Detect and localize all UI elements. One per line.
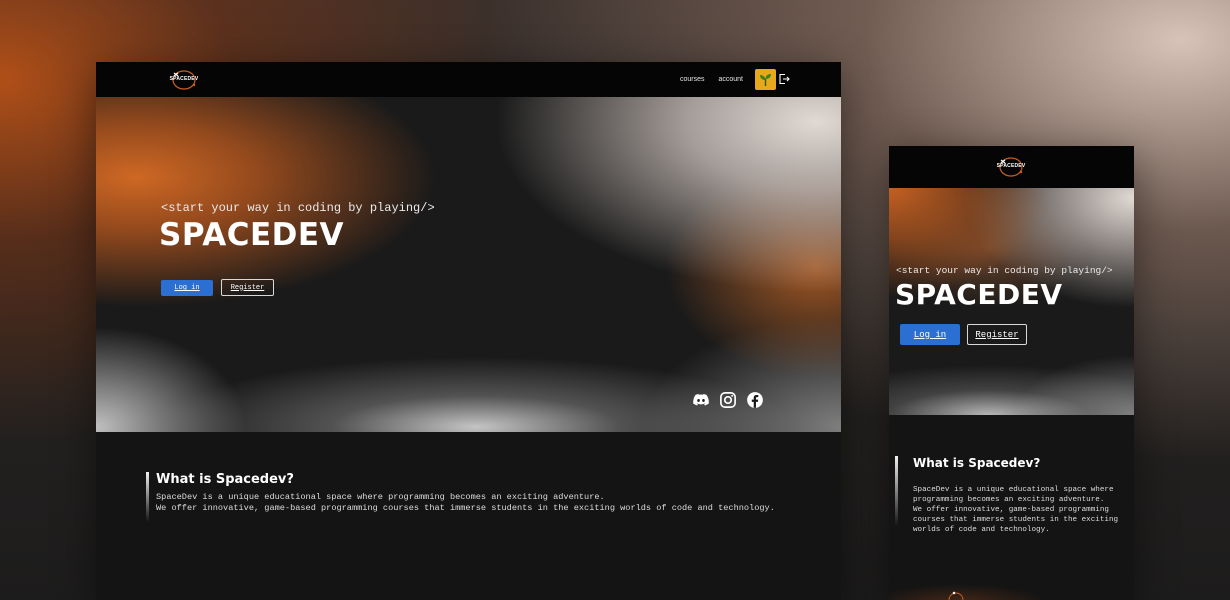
mobile-about-title: What is Spacedev? [913, 456, 1041, 470]
sprout-icon [760, 74, 771, 86]
about-accent-bar [146, 472, 149, 522]
mobile-about-accent-bar [895, 456, 898, 526]
about-section: What is Spacedev? SpaceDev is a unique e… [96, 432, 841, 600]
about-text: SpaceDev is a unique educational space w… [156, 492, 816, 514]
mobile-hero-section: <start your way in coding by playing/> S… [889, 188, 1134, 415]
register-button[interactable]: Register [221, 279, 274, 296]
mobile-about-line-1: SpaceDev is a unique educational space w… [913, 486, 1114, 504]
logo[interactable]: SPACEDEV [168, 68, 200, 90]
mobile-bottom-glow [889, 580, 1134, 600]
mobile-navbar: SPACEDEV [889, 146, 1134, 188]
partial-logo-icon [948, 591, 964, 600]
desktop-mockup: SPACEDEV courses account <start your way… [96, 62, 841, 600]
discord-icon[interactable] [692, 391, 710, 409]
navbar: SPACEDEV courses account [96, 62, 841, 97]
nav-account[interactable]: account [718, 76, 743, 83]
nav-links: courses account [680, 62, 743, 97]
mobile-register-button[interactable]: Register [967, 324, 1027, 345]
logo-text: SPACEDEV [169, 76, 199, 82]
mobile-login-button[interactable]: Log in [900, 324, 960, 345]
social-links [692, 391, 764, 409]
hero-section: <start your way in coding by playing/> S… [96, 97, 841, 432]
mobile-about-section: What is Spacedev? SpaceDev is a unique e… [889, 415, 1134, 600]
about-line-2: We offer innovative, game-based programm… [156, 503, 775, 513]
hero-title: SPACEDEV [159, 217, 345, 253]
mobile-logo[interactable]: SPACEDEV [995, 155, 1027, 177]
facebook-icon[interactable] [746, 391, 764, 409]
mobile-logo-text: SPACEDEV [996, 163, 1026, 169]
nav-courses[interactable]: courses [680, 76, 705, 83]
instagram-icon[interactable] [719, 391, 737, 409]
about-title: What is Spacedev? [156, 472, 294, 487]
logout-icon[interactable] [778, 73, 790, 85]
mobile-mockup: SPACEDEV <start your way in coding by pl… [889, 146, 1134, 600]
hero-tagline: <start your way in coding by playing/> [161, 201, 435, 215]
mobile-about-line-2: We offer innovative, game-based programm… [913, 506, 1119, 534]
mobile-hero-tagline: <start your way in coding by playing/> [896, 265, 1113, 276]
avatar[interactable] [755, 69, 776, 90]
mobile-about-text: SpaceDev is a unique educational space w… [913, 485, 1128, 535]
mobile-hero-title: SPACEDEV [895, 278, 1063, 311]
login-button[interactable]: Log in [161, 280, 213, 296]
about-line-1: SpaceDev is a unique educational space w… [156, 492, 605, 502]
